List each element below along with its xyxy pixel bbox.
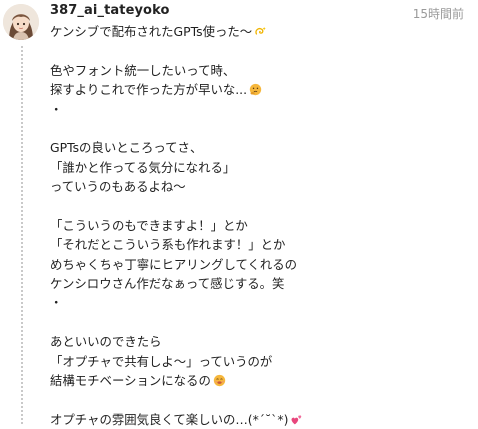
post-text-line: 「こういうのもできますよ！」とか <box>50 216 470 235</box>
post-text: 「誰かと作ってる気分になれる」 <box>50 159 236 175</box>
timestamp[interactable]: 15時間前 <box>413 5 464 22</box>
post-text: 「オプチャで共有しよ〜」っていうのが <box>50 353 273 369</box>
post-text: ケンシブで配布されたGPTs使った〜 <box>50 24 253 39</box>
post-text: ・ <box>50 295 63 311</box>
avatar-illustration-icon <box>3 4 39 40</box>
post-text: 探すよりこれで作った方が早いな... <box>50 82 248 98</box>
post-text: ・ <box>50 101 63 117</box>
post-text: 「こういうのもできますよ！」とか <box>50 217 248 233</box>
post-text-line: 「それだとこういう系も作れます！」とか <box>50 235 470 254</box>
post-text: あといいのできたら <box>50 334 162 350</box>
thread-line <box>21 46 23 424</box>
post-text-line: ケンシロウさん作だなぁって感じする。笑 <box>50 274 470 293</box>
post-text-line: 「誰かと作ってる気分になれる」 <box>50 158 470 177</box>
post-text-line: GPTsの良いところってさ、 <box>50 138 470 157</box>
username[interactable]: 387_ai_tateyoko <box>50 3 170 18</box>
post-text-line: っていうのもあるよね〜 <box>50 177 470 196</box>
grin-icon <box>213 374 226 387</box>
post-text: めちゃくちゃ丁寧にヒアリングしてくれるの <box>50 256 298 272</box>
post-text: 結構モチベーションになるの <box>50 373 211 389</box>
post-text-line: 結構モチベーションになるの <box>50 371 470 390</box>
post-text: 色やフォント統一したいって時、 <box>50 62 236 78</box>
post-text-line: あといいのできたら <box>50 332 470 351</box>
post-body: ケンシブで配布されたGPTs使った〜 色やフォント統一したいって時、 探すよりこれで… <box>50 22 470 429</box>
post-text-line: ケンシブで配布されたGPTs使った〜 <box>50 22 470 41</box>
post-text: っていうのもあるよね〜 <box>50 179 186 195</box>
post-text: 「それだとこういう系も作れます！」とか <box>50 237 286 253</box>
post-text-line: ・ <box>50 100 470 119</box>
post-text-line: オプチャの雰囲気良くて楽しいの…(*´˘`*) <box>50 410 470 429</box>
post-text: ケンシロウさん作だなぁって感じする。笑 <box>50 276 285 292</box>
post-text-line: 「オプチャで共有しよ〜」っていうのが <box>50 352 470 371</box>
avatar[interactable] <box>3 4 39 40</box>
thinking-icon <box>249 83 262 96</box>
post-text: オプチャの雰囲気良くて楽しいの…(*´˘`*) <box>50 411 289 427</box>
dizzy-icon <box>254 25 267 38</box>
post-text: GPTsの良いところってさ、 <box>50 140 203 156</box>
post-text-line: 探すよりこれで作った方が早いな... <box>50 80 470 99</box>
post: 387_ai_tateyoko 15時間前 ケンシブで配布されたGPTs使った〜… <box>0 0 478 427</box>
post-text-line: めちゃくちゃ丁寧にヒアリングしてくれるの <box>50 255 470 274</box>
post-text-line: 色やフォント統一したいって時、 <box>50 61 470 80</box>
post-text-line: ・ <box>50 293 470 312</box>
